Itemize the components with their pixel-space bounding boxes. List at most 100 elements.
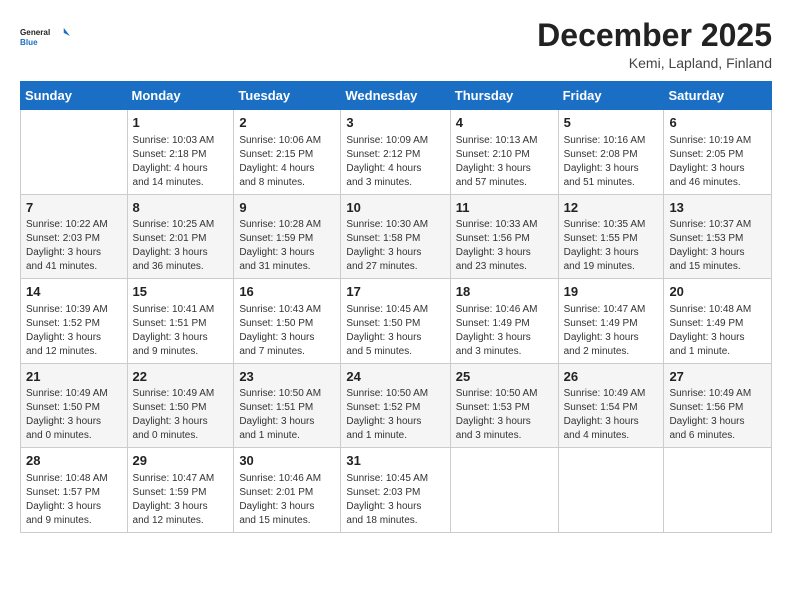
day-number: 24 bbox=[346, 368, 444, 386]
day-number: 18 bbox=[456, 283, 553, 301]
day-number: 5 bbox=[564, 114, 659, 132]
day-number: 23 bbox=[239, 368, 335, 386]
table-row bbox=[21, 110, 128, 195]
table-row: 19 Sunrise: 10:47 AM Sunset: 1:49 PM Dayl… bbox=[558, 279, 664, 364]
table-row: 10Sunrise: 10:30 AM Sunset: 1:58 PM Dayl… bbox=[341, 194, 450, 279]
table-row: 29Sunrise: 10:47 AM Sunset: 1:59 PM Dayl… bbox=[127, 448, 234, 533]
cell-info: Sunrise: 10:03 AM Sunset: 2:18 PM Daylig… bbox=[133, 134, 229, 190]
cell-info: Sunrise: 10:49 AM Sunset: 1:54 PM Daylig… bbox=[564, 387, 659, 443]
cell-info: Sunrise: 10:50 AM Sunset: 1:51 PM Daylig… bbox=[239, 387, 335, 443]
week-row-3: 21Sunrise: 10:49 AM Sunset: 1:50 PM Dayl… bbox=[21, 363, 772, 448]
table-row: 20 Sunrise: 10:48 AM Sunset: 1:49 PM Dayl… bbox=[664, 279, 772, 364]
day-number: 14 bbox=[26, 283, 122, 301]
table-row: 31Sunrise: 10:45 AM Sunset: 2:03 PM Dayl… bbox=[341, 448, 450, 533]
table-row: 11Sunrise: 10:33 AM Sunset: 1:56 PM Dayl… bbox=[450, 194, 558, 279]
table-row: 17Sunrise: 10:45 AM Sunset: 1:50 PM Dayl… bbox=[341, 279, 450, 364]
day-number: 20 bbox=[669, 283, 766, 301]
table-row: 15Sunrise: 10:41 AM Sunset: 1:51 PM Dayl… bbox=[127, 279, 234, 364]
location: Kemi, Lapland, Finland bbox=[537, 55, 772, 71]
title-block: December 2025 Kemi, Lapland, Finland bbox=[537, 18, 772, 71]
table-row: 26Sunrise: 10:49 AM Sunset: 1:54 PM Dayl… bbox=[558, 363, 664, 448]
logo-svg: General Blue bbox=[20, 18, 70, 54]
cell-info: Sunrise: 10:22 AM Sunset: 2:03 PM Daylig… bbox=[26, 218, 122, 274]
table-row: 6 Sunrise: 10:19 AM Sunset: 2:05 PM Dayli… bbox=[664, 110, 772, 195]
col-sunday: Sunday bbox=[21, 82, 128, 110]
cell-info: Sunrise: 10:33 AM Sunset: 1:56 PM Daylig… bbox=[456, 218, 553, 274]
table-row: 7Sunrise: 10:22 AM Sunset: 2:03 PM Dayli… bbox=[21, 194, 128, 279]
cell-info: Sunrise: 10:48 AM Sunset: 1:57 PM Daylig… bbox=[26, 472, 122, 528]
table-row: 2 Sunrise: 10:06 AM Sunset: 2:15 PM Dayli… bbox=[234, 110, 341, 195]
table-row bbox=[450, 448, 558, 533]
day-number: 8 bbox=[133, 199, 229, 217]
table-row: 27Sunrise: 10:49 AM Sunset: 1:56 PM Dayl… bbox=[664, 363, 772, 448]
col-wednesday: Wednesday bbox=[341, 82, 450, 110]
day-number: 2 bbox=[239, 114, 335, 132]
day-number: 16 bbox=[239, 283, 335, 301]
day-number: 10 bbox=[346, 199, 444, 217]
table-row: 1Sunrise: 10:03 AM Sunset: 2:18 PM Dayli… bbox=[127, 110, 234, 195]
table-row: 25Sunrise: 10:50 AM Sunset: 1:53 PM Dayl… bbox=[450, 363, 558, 448]
table-row: 13Sunrise: 10:37 AM Sunset: 1:53 PM Dayl… bbox=[664, 194, 772, 279]
table-row: 9Sunrise: 10:28 AM Sunset: 1:59 PM Dayli… bbox=[234, 194, 341, 279]
table-row: 8Sunrise: 10:25 AM Sunset: 2:01 PM Dayli… bbox=[127, 194, 234, 279]
day-number: 26 bbox=[564, 368, 659, 386]
day-number: 22 bbox=[133, 368, 229, 386]
table-row: 12Sunrise: 10:35 AM Sunset: 1:55 PM Dayl… bbox=[558, 194, 664, 279]
cell-info: Sunrise: 10:06 AM Sunset: 2:15 PM Daylig… bbox=[239, 134, 335, 190]
week-row-2: 14 Sunrise: 10:39 AM Sunset: 1:52 PM Dayl… bbox=[21, 279, 772, 364]
cell-info: Sunrise: 10:19 AM Sunset: 2:05 PM Daylig… bbox=[669, 134, 766, 190]
cell-info: Sunrise: 10:47 AM Sunset: 1:59 PM Daylig… bbox=[133, 472, 229, 528]
day-number: 12 bbox=[564, 199, 659, 217]
col-thursday: Thursday bbox=[450, 82, 558, 110]
cell-info: Sunrise: 10:46 AM Sunset: 1:49 PM Daylig… bbox=[456, 303, 553, 359]
table-row: 30 Sunrise: 10:46 AM Sunset: 2:01 PM Dayl… bbox=[234, 448, 341, 533]
week-row-1: 7Sunrise: 10:22 AM Sunset: 2:03 PM Dayli… bbox=[21, 194, 772, 279]
day-number: 30 bbox=[239, 452, 335, 470]
logo: General Blue bbox=[20, 18, 70, 54]
table-row bbox=[664, 448, 772, 533]
cell-info: Sunrise: 10:46 AM Sunset: 2:01 PM Daylig… bbox=[239, 472, 335, 528]
cell-info: Sunrise: 10:28 AM Sunset: 1:59 PM Daylig… bbox=[239, 218, 335, 274]
cell-info: Sunrise: 10:50 AM Sunset: 1:52 PM Daylig… bbox=[346, 387, 444, 443]
table-row: 16Sunrise: 10:43 AM Sunset: 1:50 PM Dayl… bbox=[234, 279, 341, 364]
table-row: 4 Sunrise: 10:13 AM Sunset: 2:10 PM Dayli… bbox=[450, 110, 558, 195]
day-number: 7 bbox=[26, 199, 122, 217]
day-number: 31 bbox=[346, 452, 444, 470]
table-row: 23Sunrise: 10:50 AM Sunset: 1:51 PM Dayl… bbox=[234, 363, 341, 448]
cell-info: Sunrise: 10:41 AM Sunset: 1:51 PM Daylig… bbox=[133, 303, 229, 359]
table-row: 21Sunrise: 10:49 AM Sunset: 1:50 PM Dayl… bbox=[21, 363, 128, 448]
cell-info: Sunrise: 10:50 AM Sunset: 1:53 PM Daylig… bbox=[456, 387, 553, 443]
svg-text:General: General bbox=[20, 28, 50, 37]
day-number: 9 bbox=[239, 199, 335, 217]
week-row-0: 1Sunrise: 10:03 AM Sunset: 2:18 PM Dayli… bbox=[21, 110, 772, 195]
cell-info: Sunrise: 10:39 AM Sunset: 1:52 PM Daylig… bbox=[26, 303, 122, 359]
table-row: 3 Sunrise: 10:09 AM Sunset: 2:12 PM Dayli… bbox=[341, 110, 450, 195]
day-number: 11 bbox=[456, 199, 553, 217]
cell-info: Sunrise: 10:47 AM Sunset: 1:49 PM Daylig… bbox=[564, 303, 659, 359]
page: General Blue December 2025 Kemi, Lapland… bbox=[0, 0, 792, 612]
table-row: 5Sunrise: 10:16 AM Sunset: 2:08 PM Dayli… bbox=[558, 110, 664, 195]
month-title: December 2025 bbox=[537, 18, 772, 53]
day-number: 27 bbox=[669, 368, 766, 386]
col-saturday: Saturday bbox=[664, 82, 772, 110]
cell-info: Sunrise: 10:49 AM Sunset: 1:50 PM Daylig… bbox=[26, 387, 122, 443]
day-number: 19 bbox=[564, 283, 659, 301]
cell-info: Sunrise: 10:30 AM Sunset: 1:58 PM Daylig… bbox=[346, 218, 444, 274]
header: General Blue December 2025 Kemi, Lapland… bbox=[20, 18, 772, 71]
cell-info: Sunrise: 10:13 AM Sunset: 2:10 PM Daylig… bbox=[456, 134, 553, 190]
day-number: 13 bbox=[669, 199, 766, 217]
svg-text:Blue: Blue bbox=[20, 38, 38, 47]
day-number: 4 bbox=[456, 114, 553, 132]
table-row: 28Sunrise: 10:48 AM Sunset: 1:57 PM Dayl… bbox=[21, 448, 128, 533]
day-number: 3 bbox=[346, 114, 444, 132]
day-number: 6 bbox=[669, 114, 766, 132]
cell-info: Sunrise: 10:48 AM Sunset: 1:49 PM Daylig… bbox=[669, 303, 766, 359]
header-row: Sunday Monday Tuesday Wednesday Thursday… bbox=[21, 82, 772, 110]
cell-info: Sunrise: 10:09 AM Sunset: 2:12 PM Daylig… bbox=[346, 134, 444, 190]
week-row-4: 28Sunrise: 10:48 AM Sunset: 1:57 PM Dayl… bbox=[21, 448, 772, 533]
cell-info: Sunrise: 10:49 AM Sunset: 1:56 PM Daylig… bbox=[669, 387, 766, 443]
col-monday: Monday bbox=[127, 82, 234, 110]
cell-info: Sunrise: 10:35 AM Sunset: 1:55 PM Daylig… bbox=[564, 218, 659, 274]
cell-info: Sunrise: 10:45 AM Sunset: 1:50 PM Daylig… bbox=[346, 303, 444, 359]
table-row: 18 Sunrise: 10:46 AM Sunset: 1:49 PM Dayl… bbox=[450, 279, 558, 364]
